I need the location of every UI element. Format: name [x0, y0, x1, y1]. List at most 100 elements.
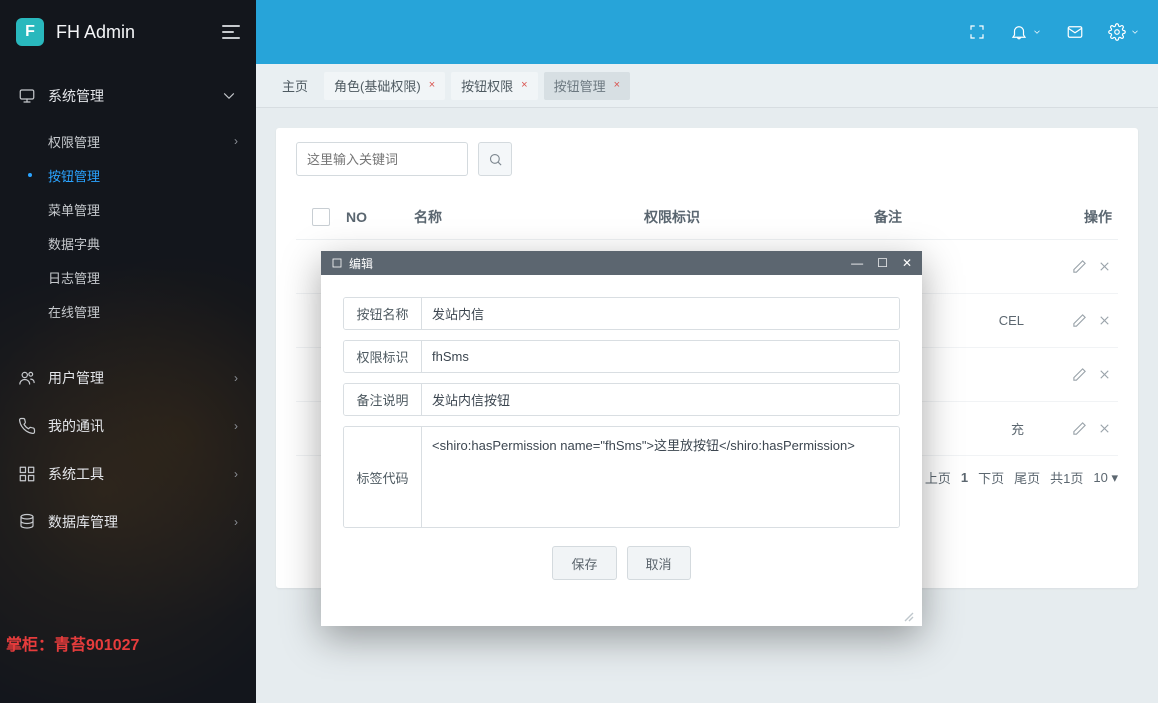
mail-button[interactable]	[1066, 23, 1084, 41]
textarea-code[interactable]	[422, 427, 899, 527]
edit-icon[interactable]	[1072, 367, 1087, 382]
resize-handle[interactable]	[321, 610, 922, 626]
search-row	[296, 142, 1118, 176]
nav-section-contacts[interactable]: 我的通讯 ›	[0, 402, 256, 450]
nav-section-label: 数据库管理	[48, 512, 118, 532]
notifications-button[interactable]	[1010, 23, 1042, 41]
nav-sub-system: 权限管理 › 按钮管理 菜单管理 数据字典 日志管理 在线管理	[0, 120, 256, 336]
modal-actions: 保存 取消	[343, 538, 900, 596]
tab-home[interactable]: 主页	[272, 72, 318, 100]
grid-icon	[18, 465, 36, 483]
tab-label: 按钮权限	[461, 76, 513, 95]
field-name: 按钮名称	[343, 297, 900, 330]
col-name: 名称	[414, 207, 644, 227]
tabs-bar: 主页 角色(基础权限) × 按钮权限 × 按钮管理 ×	[256, 64, 1158, 108]
modal-titlebar[interactable]: 编辑 — ☐ ✕	[321, 251, 922, 275]
maximize-button[interactable]: ☐	[877, 257, 888, 269]
topbar	[256, 0, 1158, 64]
chevron-right-icon: ›	[234, 371, 238, 385]
pager-next[interactable]: 下页	[978, 468, 1004, 487]
phone-icon	[18, 417, 36, 435]
pager-prev[interactable]: 上页	[925, 468, 951, 487]
chevron-right-icon: ›	[234, 419, 238, 433]
nav-item-menu[interactable]: 菜单管理	[0, 192, 256, 226]
tab-label: 主页	[282, 76, 308, 95]
nav-item-button-mgmt[interactable]: 按钮管理	[0, 158, 256, 192]
nav-item-label: 日志管理	[48, 268, 100, 287]
database-icon	[18, 513, 36, 531]
mail-icon	[1066, 23, 1084, 41]
delete-icon[interactable]	[1097, 421, 1112, 436]
edit-icon[interactable]	[1072, 259, 1087, 274]
nav-item-label: 菜单管理	[48, 200, 100, 219]
fullscreen-button[interactable]	[968, 23, 986, 41]
tab-button-perm[interactable]: 按钮权限 ×	[451, 72, 537, 100]
input-permission[interactable]	[422, 341, 899, 372]
search-button[interactable]	[478, 142, 512, 176]
nav-item-perm[interactable]: 权限管理 ›	[0, 124, 256, 158]
nav-section-label: 系统管理	[48, 86, 104, 106]
nav-section-label: 用户管理	[48, 368, 104, 388]
pager-total: 共1页	[1050, 468, 1083, 487]
nav-item-label: 数据字典	[48, 234, 100, 253]
search-icon	[488, 152, 503, 167]
tab-button-mgmt[interactable]: 按钮管理 ×	[544, 72, 630, 100]
brand-bar: F FH Admin	[0, 0, 256, 64]
field-remark: 备注说明	[343, 383, 900, 416]
select-all-checkbox[interactable]	[312, 208, 330, 226]
input-button-name[interactable]	[422, 298, 899, 329]
pager-current: 1	[961, 470, 968, 485]
chevron-right-icon: ›	[234, 515, 238, 529]
window-icon	[331, 257, 343, 269]
nav: 系统管理 权限管理 › 按钮管理 菜单管理 数据字典 日志管理 在线管理	[0, 64, 256, 546]
tab-close-icon[interactable]: ×	[521, 80, 527, 91]
col-no: NO	[346, 209, 414, 225]
settings-button[interactable]	[1108, 23, 1140, 41]
tab-role[interactable]: 角色(基础权限) ×	[324, 72, 445, 100]
chevron-down-icon	[1130, 27, 1140, 37]
input-remark[interactable]	[422, 384, 899, 415]
search-input[interactable]	[296, 142, 468, 176]
field-label: 备注说明	[344, 384, 422, 415]
nav-item-dict[interactable]: 数据字典	[0, 226, 256, 260]
brand-logo: F	[16, 18, 44, 46]
tab-close-icon[interactable]: ×	[614, 80, 620, 91]
watermark-text: 掌柜：青苔901027	[0, 631, 145, 655]
close-button[interactable]: ✕	[902, 257, 912, 269]
field-code: 标签代码	[343, 426, 900, 528]
field-perm: 权限标识	[343, 340, 900, 373]
gear-icon	[1108, 23, 1126, 41]
field-label: 权限标识	[344, 341, 422, 372]
tab-label: 按钮管理	[554, 76, 606, 95]
delete-icon[interactable]	[1097, 313, 1112, 328]
cancel-button[interactable]: 取消	[627, 546, 691, 580]
edit-icon[interactable]	[1072, 421, 1087, 436]
modal-title: 编辑	[349, 255, 373, 272]
nav-section-tools[interactable]: 系统工具 ›	[0, 450, 256, 498]
edit-modal: 编辑 — ☐ ✕ 按钮名称 权限标识 备注说明 标签代码	[321, 251, 922, 626]
col-perm: 权限标识	[644, 207, 874, 227]
col-ops: 操作	[1024, 207, 1118, 227]
col-remark: 备注	[874, 207, 1024, 227]
chevron-down-icon	[1032, 27, 1042, 37]
nav-section-system[interactable]: 系统管理	[0, 72, 256, 120]
tab-close-icon[interactable]: ×	[429, 80, 435, 91]
nav-item-online[interactable]: 在线管理	[0, 294, 256, 328]
nav-section-users[interactable]: 用户管理 ›	[0, 354, 256, 402]
pager-size-select[interactable]: 10	[1093, 470, 1118, 486]
collapse-sidebar-button[interactable]	[222, 25, 240, 39]
edit-icon[interactable]	[1072, 313, 1087, 328]
fullscreen-icon	[968, 23, 986, 41]
nav-section-db[interactable]: 数据库管理 ›	[0, 498, 256, 546]
chevron-right-icon: ›	[234, 134, 238, 148]
monitor-icon	[18, 87, 36, 105]
sidebar: F FH Admin 系统管理 权限管理 › 按钮管理 菜单管理	[0, 0, 256, 703]
field-label: 按钮名称	[344, 298, 422, 329]
modal-body: 按钮名称 权限标识 备注说明 标签代码 保存 取消	[321, 275, 922, 610]
pager-last[interactable]: 尾页	[1014, 468, 1040, 487]
minimize-button[interactable]: —	[851, 257, 863, 269]
nav-item-log[interactable]: 日志管理	[0, 260, 256, 294]
save-button[interactable]: 保存	[552, 546, 616, 580]
delete-icon[interactable]	[1097, 259, 1112, 274]
delete-icon[interactable]	[1097, 367, 1112, 382]
